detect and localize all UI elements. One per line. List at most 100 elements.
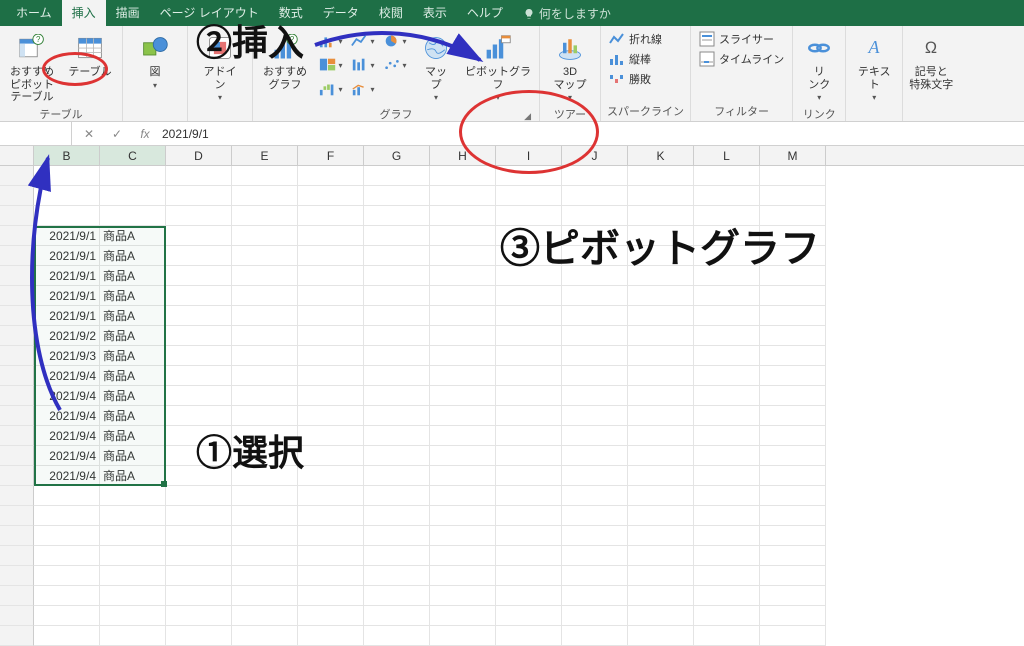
- slicer-button[interactable]: スライサー: [697, 30, 786, 48]
- column-header-J[interactable]: J: [562, 146, 628, 165]
- cell[interactable]: [298, 326, 364, 346]
- cell[interactable]: [232, 246, 298, 266]
- tab-formulas[interactable]: 数式: [269, 0, 313, 26]
- cell[interactable]: [496, 326, 562, 346]
- charts-dialog-launcher[interactable]: ◢: [524, 111, 531, 122]
- row-header[interactable]: [0, 446, 34, 466]
- cell[interactable]: [364, 346, 430, 366]
- cell[interactable]: [430, 466, 496, 486]
- cell[interactable]: 2021/9/1: [34, 266, 100, 286]
- column-header-F[interactable]: F: [298, 146, 364, 165]
- cell[interactable]: [760, 606, 826, 626]
- cell[interactable]: [364, 586, 430, 606]
- cell[interactable]: [34, 186, 100, 206]
- cell[interactable]: 商品A: [100, 406, 166, 426]
- timeline-button[interactable]: タイムライン: [697, 50, 786, 68]
- 3d-map-button[interactable]: 3Dマップ▾: [546, 30, 594, 104]
- cell[interactable]: [430, 286, 496, 306]
- cell[interactable]: [760, 486, 826, 506]
- cell[interactable]: [562, 406, 628, 426]
- cell[interactable]: [562, 386, 628, 406]
- cell[interactable]: 2021/9/4: [34, 406, 100, 426]
- cell[interactable]: [100, 506, 166, 526]
- cell[interactable]: [166, 246, 232, 266]
- cell[interactable]: [364, 386, 430, 406]
- cell[interactable]: [760, 506, 826, 526]
- cell[interactable]: [298, 286, 364, 306]
- cell[interactable]: 2021/9/1: [34, 246, 100, 266]
- cell[interactable]: [430, 446, 496, 466]
- cell[interactable]: 商品A: [100, 246, 166, 266]
- illustrations-button[interactable]: 図▾: [129, 30, 181, 91]
- cell[interactable]: [496, 206, 562, 226]
- cell[interactable]: [694, 186, 760, 206]
- cell[interactable]: [628, 626, 694, 646]
- cell[interactable]: [496, 486, 562, 506]
- cell[interactable]: [166, 206, 232, 226]
- cell[interactable]: [760, 266, 826, 286]
- cell[interactable]: [694, 546, 760, 566]
- cell[interactable]: [628, 506, 694, 526]
- tab-help[interactable]: ヘルプ: [457, 0, 513, 26]
- row-header[interactable]: [0, 406, 34, 426]
- row-header[interactable]: [0, 186, 34, 206]
- cell[interactable]: [166, 426, 232, 446]
- cell[interactable]: [628, 306, 694, 326]
- cell[interactable]: [430, 306, 496, 326]
- cell[interactable]: [760, 246, 826, 266]
- cell[interactable]: [562, 186, 628, 206]
- cell[interactable]: [298, 626, 364, 646]
- row-header[interactable]: [0, 626, 34, 646]
- cell[interactable]: [166, 406, 232, 426]
- column-header-M[interactable]: M: [760, 146, 826, 165]
- grid-body[interactable]: 2021/9/1商品A2021/9/1商品A2021/9/1商品A2021/9/…: [0, 166, 1024, 646]
- cell[interactable]: [364, 306, 430, 326]
- cell[interactable]: [694, 206, 760, 226]
- cell[interactable]: 2021/9/4: [34, 386, 100, 406]
- cell[interactable]: [562, 426, 628, 446]
- chart-hierarchy-button[interactable]: ▾: [317, 54, 345, 76]
- cell[interactable]: [628, 426, 694, 446]
- cell[interactable]: [232, 366, 298, 386]
- cell[interactable]: [166, 266, 232, 286]
- cell[interactable]: [166, 166, 232, 186]
- cell[interactable]: [298, 186, 364, 206]
- cell[interactable]: [562, 206, 628, 226]
- cell[interactable]: [760, 226, 826, 246]
- chart-statistic-button[interactable]: ▾: [349, 54, 377, 76]
- cell[interactable]: 商品A: [100, 366, 166, 386]
- cell[interactable]: [760, 566, 826, 586]
- cell[interactable]: [100, 206, 166, 226]
- cell[interactable]: [430, 226, 496, 246]
- tab-draw[interactable]: 描画: [106, 0, 150, 26]
- cell[interactable]: [166, 506, 232, 526]
- cell[interactable]: 商品A: [100, 426, 166, 446]
- column-header-B[interactable]: B: [34, 146, 100, 165]
- row-header[interactable]: [0, 286, 34, 306]
- cell[interactable]: [100, 606, 166, 626]
- cell[interactable]: [562, 566, 628, 586]
- column-header-H[interactable]: H: [430, 146, 496, 165]
- cell[interactable]: 2021/9/1: [34, 286, 100, 306]
- cell[interactable]: [496, 246, 562, 266]
- cell[interactable]: [100, 586, 166, 606]
- cell[interactable]: [562, 526, 628, 546]
- cell[interactable]: [694, 166, 760, 186]
- cell[interactable]: [166, 346, 232, 366]
- cell[interactable]: [628, 486, 694, 506]
- cell[interactable]: [232, 526, 298, 546]
- cell[interactable]: [364, 426, 430, 446]
- cell[interactable]: [562, 546, 628, 566]
- cell[interactable]: [562, 606, 628, 626]
- row-header[interactable]: [0, 506, 34, 526]
- cell[interactable]: 2021/9/4: [34, 466, 100, 486]
- cell[interactable]: [496, 286, 562, 306]
- cell[interactable]: [694, 626, 760, 646]
- cell[interactable]: [298, 246, 364, 266]
- cell[interactable]: [760, 466, 826, 486]
- cell[interactable]: [760, 366, 826, 386]
- cell[interactable]: [166, 186, 232, 206]
- row-header[interactable]: [0, 266, 34, 286]
- cell[interactable]: [694, 526, 760, 546]
- cell[interactable]: [232, 466, 298, 486]
